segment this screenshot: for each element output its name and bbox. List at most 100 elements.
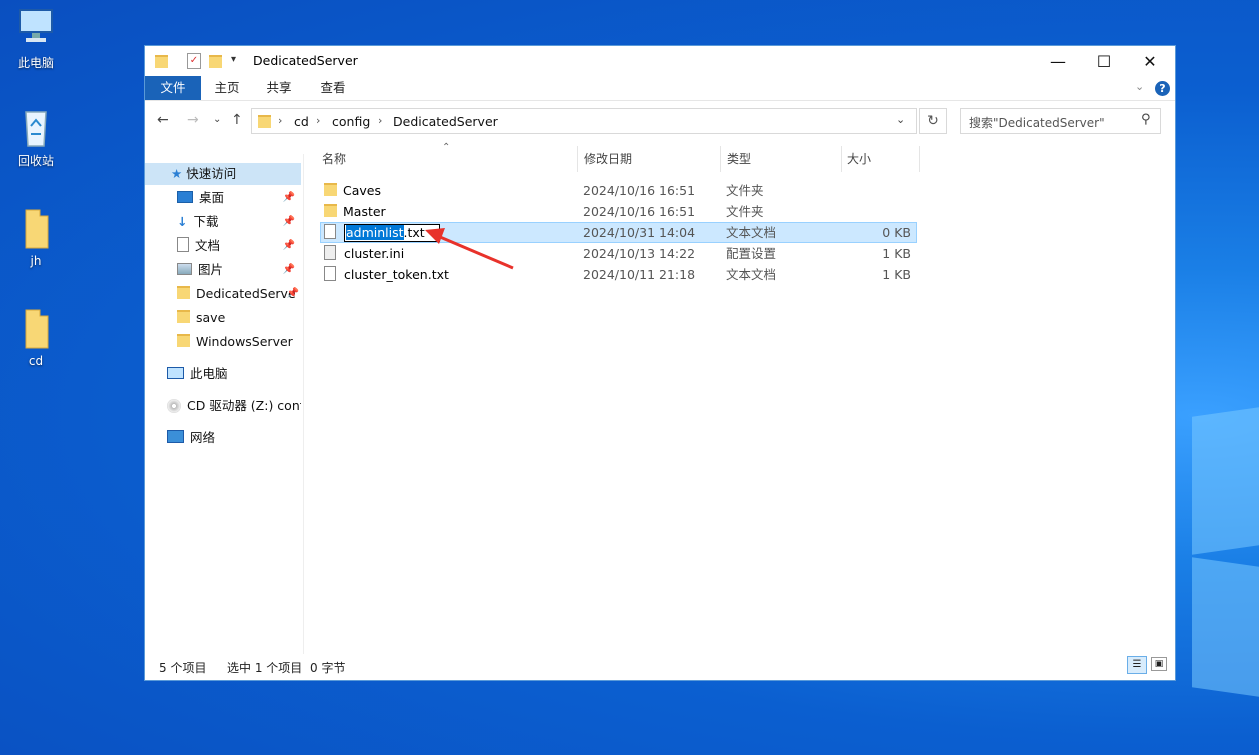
nav-item-documents[interactable]: 文档 📌 bbox=[177, 235, 301, 257]
pin-icon[interactable]: 📌 bbox=[283, 235, 295, 257]
file-row-adminlist[interactable]: adminlist.txt 2024/10/31 14:04 文本文档 0 KB bbox=[320, 222, 917, 243]
address-bar[interactable]: › cd › config › DedicatedServer ⌄ bbox=[251, 108, 917, 134]
file-type: 配置设置 bbox=[726, 246, 777, 261]
star-icon: ★ bbox=[171, 166, 183, 181]
column-divider[interactable] bbox=[720, 146, 721, 172]
search-icon: ⚲ bbox=[1141, 112, 1151, 127]
chevron-down-icon[interactable]: ⌄ bbox=[896, 113, 905, 126]
file-date: 2024/10/16 16:51 bbox=[583, 204, 696, 219]
column-divider[interactable] bbox=[841, 146, 842, 172]
minimize-button[interactable]: — bbox=[1035, 46, 1081, 76]
tab-share[interactable]: 共享 bbox=[259, 76, 299, 100]
tab-view[interactable]: 查看 bbox=[313, 76, 353, 100]
wallpaper-logo-pane bbox=[1192, 557, 1259, 697]
new-folder-icon[interactable] bbox=[209, 55, 222, 68]
file-size: 1 KB bbox=[882, 267, 911, 282]
file-row-caves[interactable]: Caves 2024/10/16 16:51 文件夹 bbox=[320, 180, 917, 201]
explorer-window: ✓ ▾ DedicatedServer — ☐ ✕ 文件 主页 共享 查看 ⌄ … bbox=[145, 46, 1175, 680]
title-bar[interactable]: ✓ ▾ DedicatedServer — ☐ ✕ bbox=[145, 46, 1175, 76]
folder-icon bbox=[155, 55, 168, 68]
details-view-icon[interactable]: ☰ bbox=[1127, 656, 1147, 674]
pin-icon[interactable]: 📌 bbox=[283, 187, 295, 209]
folder-icon bbox=[16, 206, 56, 250]
pin-icon[interactable]: 📌 bbox=[283, 211, 295, 233]
pin-icon[interactable]: 📌 bbox=[287, 283, 299, 305]
file-row-master[interactable]: Master 2024/10/16 16:51 文件夹 bbox=[320, 201, 917, 222]
nav-item-downloads[interactable]: ↓ 下载 📌 bbox=[177, 211, 301, 233]
column-header-name[interactable]: 名称 bbox=[322, 146, 346, 172]
desktop-icon-this-pc[interactable]: 此电脑 bbox=[8, 6, 64, 71]
file-size: 1 KB bbox=[882, 246, 911, 261]
text-file-icon bbox=[324, 224, 336, 239]
wallpaper-logo-pane bbox=[1192, 407, 1259, 555]
close-button[interactable]: ✕ bbox=[1127, 46, 1173, 76]
file-size: 0 KB bbox=[882, 225, 911, 240]
search-placeholder: 搜索"DedicatedServer" bbox=[969, 116, 1105, 130]
file-date: 2024/10/16 16:51 bbox=[583, 183, 696, 198]
file-row-cluster-ini[interactable]: cluster.ini 2024/10/13 14:22 配置设置 1 KB bbox=[320, 243, 917, 264]
recycle-bin-icon bbox=[16, 104, 56, 148]
breadcrumb-separator-icon[interactable]: › bbox=[316, 114, 320, 127]
folder-icon bbox=[324, 204, 337, 217]
search-input[interactable]: 搜索"DedicatedServer" ⚲ bbox=[960, 108, 1161, 134]
desktop-icon-recycle-bin[interactable]: 回收站 bbox=[8, 104, 64, 169]
refresh-button[interactable]: ↻ bbox=[919, 108, 947, 134]
chevron-down-icon[interactable]: ⌄ bbox=[1135, 80, 1144, 93]
file-row-cluster-token[interactable]: cluster_token.txt 2024/10/11 21:18 文本文档 … bbox=[320, 264, 917, 285]
picture-icon bbox=[177, 263, 192, 275]
help-icon[interactable]: ? bbox=[1155, 81, 1170, 96]
folder-icon bbox=[177, 310, 190, 323]
recent-chevron-icon[interactable]: ⌄ bbox=[213, 114, 221, 125]
back-icon[interactable]: ← bbox=[157, 112, 169, 128]
folder-icon bbox=[324, 183, 337, 196]
breadcrumb-separator-icon[interactable]: › bbox=[278, 114, 282, 127]
nav-item-windowsserver[interactable]: WindowsServer bbox=[177, 331, 301, 353]
text-file-icon bbox=[324, 266, 336, 281]
chevron-down-icon[interactable]: ▾ bbox=[231, 54, 236, 65]
column-header-size[interactable]: 大小 bbox=[847, 146, 871, 172]
pin-icon[interactable]: 📌 bbox=[283, 259, 295, 281]
thumbnail-view-icon[interactable]: ▣ bbox=[1151, 657, 1167, 671]
network-icon bbox=[167, 430, 184, 443]
column-divider[interactable] bbox=[577, 146, 578, 172]
download-icon: ↓ bbox=[177, 214, 188, 229]
file-date: 2024/10/11 21:18 bbox=[583, 267, 696, 282]
nav-cd-drive[interactable]: CD 驱动器 (Z:) confi bbox=[167, 395, 301, 417]
folder-icon bbox=[16, 306, 56, 350]
breadcrumb-config[interactable]: config bbox=[332, 114, 370, 129]
desktop-icon-cd[interactable]: cd bbox=[8, 306, 64, 368]
up-icon[interactable]: ↑ bbox=[231, 112, 243, 128]
tab-home[interactable]: 主页 bbox=[207, 76, 247, 100]
properties-icon[interactable]: ✓ bbox=[187, 53, 201, 69]
status-selected: 选中 1 个项目 bbox=[227, 661, 303, 675]
breadcrumb-cd[interactable]: cd bbox=[294, 114, 309, 129]
status-item-count: 5 个项目 bbox=[159, 661, 207, 675]
nav-item-save[interactable]: save bbox=[177, 307, 301, 329]
nav-item-desktop[interactable]: 桌面 📌 bbox=[177, 187, 301, 209]
nav-network[interactable]: 网络 bbox=[167, 427, 301, 449]
nav-item-dedicatedserver[interactable]: DedicatedServe 📌 bbox=[177, 283, 301, 305]
status-bar: 5 个项目 选中 1 个项目 0 字节 ☰ ▣ bbox=[145, 652, 1175, 680]
address-row: ← → ⌄ ↑ › cd › config › DedicatedServer … bbox=[145, 104, 1175, 138]
desktop-icon-jh[interactable]: jh bbox=[8, 206, 64, 268]
document-icon bbox=[177, 237, 189, 252]
file-type: 文件夹 bbox=[726, 183, 764, 198]
forward-icon[interactable]: → bbox=[187, 112, 199, 128]
folder-icon bbox=[177, 334, 190, 347]
tab-file[interactable]: 文件 bbox=[145, 76, 201, 100]
desktop-icon-label: cd bbox=[28, 354, 44, 368]
maximize-button[interactable]: ☐ bbox=[1081, 46, 1127, 76]
column-divider[interactable] bbox=[919, 146, 920, 172]
nav-item-pictures[interactable]: 图片 📌 bbox=[177, 259, 301, 281]
settings-file-icon bbox=[324, 245, 336, 260]
computer-icon bbox=[167, 367, 184, 379]
nav-quick-access[interactable]: ★ 快速访问 bbox=[145, 163, 301, 185]
column-header-type[interactable]: 类型 bbox=[727, 146, 751, 172]
breadcrumb-dedicatedserver[interactable]: DedicatedServer bbox=[393, 114, 498, 129]
desktop-icon bbox=[177, 191, 193, 203]
nav-this-pc[interactable]: 此电脑 bbox=[167, 363, 301, 385]
column-header-date[interactable]: 修改日期 bbox=[584, 146, 632, 172]
computer-icon bbox=[16, 6, 56, 50]
cd-drive-icon bbox=[167, 399, 181, 413]
breadcrumb-separator-icon[interactable]: › bbox=[378, 114, 382, 127]
